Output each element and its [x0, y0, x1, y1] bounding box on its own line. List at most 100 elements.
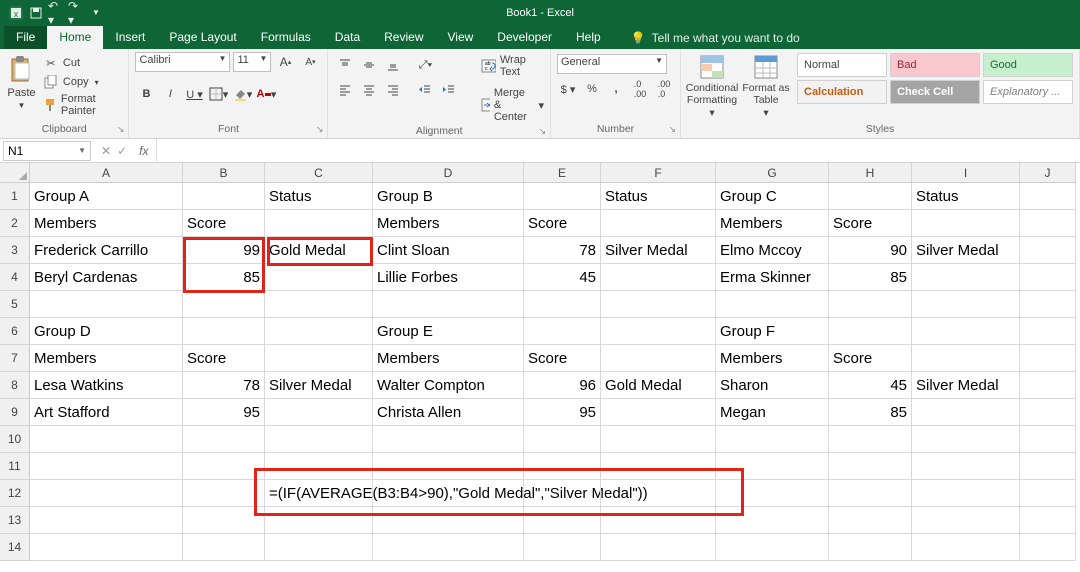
cell-D3[interactable]: Clint Sloan	[373, 237, 524, 264]
col-header-F[interactable]: F	[601, 163, 716, 183]
cell-H4[interactable]: 85	[829, 264, 912, 291]
cell-I10[interactable]	[912, 426, 1020, 453]
cell-I14[interactable]	[912, 534, 1020, 561]
tab-developer[interactable]: Developer	[485, 26, 564, 49]
row-header-13[interactable]: 13	[0, 507, 30, 534]
cell-H7[interactable]: Score	[829, 345, 912, 372]
cell-E8[interactable]: 96	[524, 372, 601, 399]
cell-I12[interactable]	[912, 480, 1020, 507]
number-format-select[interactable]: General▼	[557, 54, 667, 74]
cell-B9[interactable]: 95	[183, 399, 265, 426]
cell-B8[interactable]: 78	[183, 372, 265, 399]
cell-G10[interactable]	[716, 426, 829, 453]
row-header-10[interactable]: 10	[0, 426, 30, 453]
cell-I8[interactable]: Silver Medal	[912, 372, 1020, 399]
cell-H11[interactable]	[829, 453, 912, 480]
wrap-text-button[interactable]: abcWrap Text	[481, 54, 544, 78]
qat-customize-icon[interactable]: ▼	[88, 5, 104, 21]
cell-A14[interactable]	[30, 534, 183, 561]
accounting-format-button[interactable]: $ ▾	[557, 78, 579, 100]
cell-I1[interactable]: Status	[912, 183, 1020, 210]
decrease-indent-button[interactable]	[414, 79, 436, 101]
cell-J11[interactable]	[1020, 453, 1076, 480]
cell-C1[interactable]: Status	[265, 183, 373, 210]
cell-E5[interactable]	[524, 291, 601, 318]
align-left-button[interactable]	[334, 79, 356, 101]
worksheet-grid[interactable]: A B C D E F G H I J 1Group AStatusGroup …	[0, 163, 1080, 561]
cell-G3[interactable]: Elmo Mccoy	[716, 237, 829, 264]
cell-A6[interactable]: Group D	[30, 318, 183, 345]
cell-G11[interactable]	[716, 453, 829, 480]
format-as-table-button[interactable]: Format as Table▾	[741, 53, 791, 120]
cell-J9[interactable]	[1020, 399, 1076, 426]
cell-C11[interactable]	[265, 453, 373, 480]
cell-D10[interactable]	[373, 426, 524, 453]
cell-styles-gallery[interactable]: Normal Bad Good Calculation Check Cell E…	[797, 51, 1073, 104]
percent-format-button[interactable]: %	[581, 78, 603, 100]
cell-C3[interactable]: Gold Medal	[265, 237, 373, 264]
cell-D1[interactable]: Group B	[373, 183, 524, 210]
cell-J3[interactable]	[1020, 237, 1076, 264]
cell-H10[interactable]	[829, 426, 912, 453]
cell-H3[interactable]: 90	[829, 237, 912, 264]
cell-D6[interactable]: Group E	[373, 318, 524, 345]
cell-A13[interactable]	[30, 507, 183, 534]
cell-B11[interactable]	[183, 453, 265, 480]
cell-G5[interactable]	[716, 291, 829, 318]
cell-B7[interactable]: Score	[183, 345, 265, 372]
cell-E14[interactable]	[524, 534, 601, 561]
cell-I9[interactable]	[912, 399, 1020, 426]
col-header-B[interactable]: B	[183, 163, 265, 183]
dialog-launcher-icon[interactable]: ↘	[668, 124, 676, 135]
cell-D7[interactable]: Members	[373, 345, 524, 372]
row-header-1[interactable]: 1	[0, 183, 30, 210]
cell-I2[interactable]	[912, 210, 1020, 237]
cell-A1[interactable]: Group A	[30, 183, 183, 210]
col-header-C[interactable]: C	[265, 163, 373, 183]
cell-I4[interactable]	[912, 264, 1020, 291]
cell-B14[interactable]	[183, 534, 265, 561]
align-top-button[interactable]	[334, 54, 356, 76]
align-right-button[interactable]	[382, 79, 404, 101]
cell-F2[interactable]	[601, 210, 716, 237]
cell-H12[interactable]	[829, 480, 912, 507]
tab-home[interactable]: Home	[47, 26, 103, 49]
cell-H6[interactable]	[829, 318, 912, 345]
cell-C8[interactable]: Silver Medal	[265, 372, 373, 399]
undo-icon[interactable]: ↶ ▾	[48, 5, 64, 21]
cell-D13[interactable]	[373, 507, 524, 534]
cell-J12[interactable]	[1020, 480, 1076, 507]
cell-D9[interactable]: Christa Allen	[373, 399, 524, 426]
cell-J5[interactable]	[1020, 291, 1076, 318]
align-center-button[interactable]	[358, 79, 380, 101]
col-header-H[interactable]: H	[829, 163, 912, 183]
tab-review[interactable]: Review	[372, 26, 435, 49]
tab-insert[interactable]: Insert	[103, 26, 157, 49]
increase-indent-button[interactable]	[438, 79, 460, 101]
grow-font-button[interactable]: A▴	[274, 51, 296, 73]
cell-A8[interactable]: Lesa Watkins	[30, 372, 183, 399]
redo-icon[interactable]: ↷ ▾	[68, 5, 84, 21]
cell-F5[interactable]	[601, 291, 716, 318]
cell-B12[interactable]	[183, 480, 265, 507]
cell-A3[interactable]: Frederick Carrillo	[30, 237, 183, 264]
cell-B10[interactable]	[183, 426, 265, 453]
cell-E2[interactable]: Score	[524, 210, 601, 237]
cell-J6[interactable]	[1020, 318, 1076, 345]
comma-format-button[interactable]: ,	[605, 78, 627, 100]
row-header-9[interactable]: 9	[0, 399, 30, 426]
cell-D2[interactable]: Members	[373, 210, 524, 237]
cell-E1[interactable]	[524, 183, 601, 210]
cell-F10[interactable]	[601, 426, 716, 453]
shrink-font-button[interactable]: A▾	[299, 51, 321, 73]
col-header-J[interactable]: J	[1020, 163, 1076, 183]
cut-button[interactable]: ✂Cut	[43, 55, 123, 71]
cell-E9[interactable]: 95	[524, 399, 601, 426]
row-header-3[interactable]: 3	[0, 237, 30, 264]
cell-G13[interactable]	[716, 507, 829, 534]
decrease-decimal-button[interactable]: .00.0	[653, 78, 675, 100]
tab-view[interactable]: View	[436, 26, 486, 49]
style-calculation[interactable]: Calculation	[797, 80, 887, 104]
cell-C2[interactable]	[265, 210, 373, 237]
format-painter-button[interactable]: Format Painter	[43, 93, 123, 117]
